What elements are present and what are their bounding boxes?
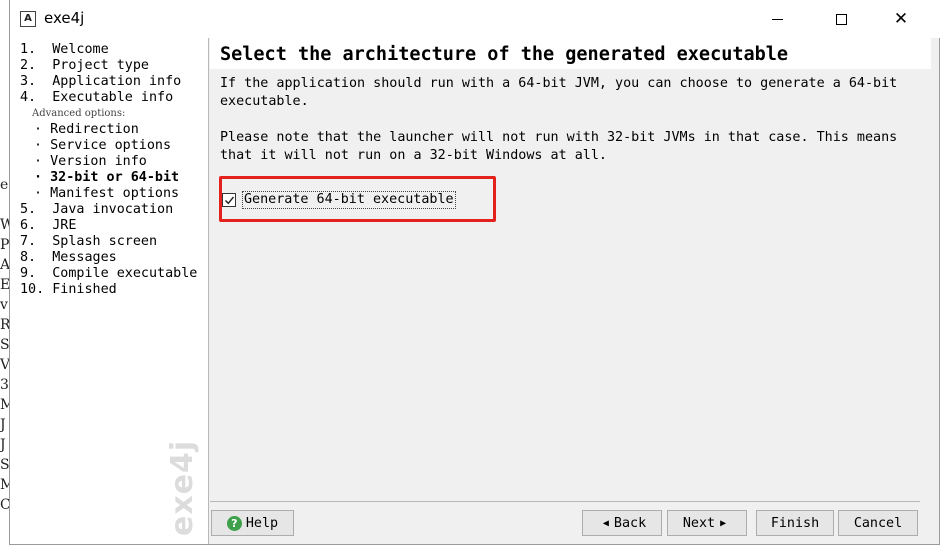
maximize-icon [835,13,847,25]
wizard-step-item[interactable]: 6. JRE [20,218,197,234]
button-bar-separator [210,501,920,502]
generate-64bit-label[interactable]: Generate 64-bit executable [242,191,456,209]
back-button-label: Back [613,515,647,531]
next-button[interactable]: Next ▶ [667,510,747,536]
wizard-step-item[interactable]: 4. Executable info [20,90,197,106]
generate-64bit-option[interactable]: Generate 64-bit executable [222,191,456,209]
window-title: exe4j [44,9,85,27]
title-bar[interactable]: A exe4j ✕ [10,0,940,38]
advanced-options-label: Advanced options: [32,108,126,119]
wizard-step-item[interactable]: 1. Welcome [20,42,197,58]
help-button-label: Help [245,515,279,531]
close-button[interactable]: ✕ [878,0,924,38]
content-header: Select the architecture of the generated… [210,38,931,69]
wizard-content: Select the architecture of the generated… [210,38,931,498]
cancel-button[interactable]: Cancel [838,510,918,536]
description-paragraph-2: Please note that the launcher will not r… [220,130,898,163]
wizard-step-item[interactable]: · 32-bit or 64-bit [20,170,197,186]
generate-64bit-checkbox[interactable] [222,193,236,207]
minimize-button[interactable] [754,0,800,38]
wizard-step-item[interactable]: 7. Splash screen [20,234,197,250]
description-paragraph-1: If the application should run with a 64-… [220,76,898,109]
wizard-step-item[interactable]: 9. Compile executable [20,266,197,282]
wizard-step-item[interactable]: · Version info [20,154,197,170]
help-button[interactable]: ? Help [211,510,294,536]
next-button-label: Next [682,515,716,531]
app-icon: A [20,11,36,27]
exe4j-logo: exe4j [160,439,204,536]
maximize-button[interactable] [818,0,864,38]
close-icon: ✕ [893,9,909,29]
wizard-step-item[interactable]: 2. Project type [20,58,197,74]
wizard-step-item[interactable]: · Service options [20,138,197,154]
wizard-step-item[interactable]: 3. Application info [20,74,197,90]
wizard-step-item[interactable]: 10. Finished [20,282,197,298]
logo-text: exe4j [165,439,200,536]
wizard-step-item[interactable]: 5. Java invocation [20,202,197,218]
wizard-step-list: 1. Welcome 2. Project type 3. Application … [20,42,197,298]
checkmark-icon [225,196,235,205]
left-arrow-icon: ◀ [602,517,609,529]
right-arrow-icon: ▶ [720,517,727,529]
back-button[interactable]: ◀ Back [582,510,662,536]
wizard-step-item[interactable]: · Manifest options [20,186,197,202]
cancel-button-label: Cancel [853,515,903,531]
help-icon: ? [226,515,242,531]
exe4j-wizard-window: A exe4j ✕ 1. Welcome 2. Project type 3. Ap… [9,0,940,545]
minimize-icon [771,18,783,20]
page-title: Select the architecture of the generated… [220,44,789,65]
wizard-step-item[interactable]: · Redirection [20,122,197,138]
finish-button[interactable]: Finish [756,510,834,536]
wizard-step-item[interactable]: 8. Messages [20,250,197,266]
finish-button-label: Finish [770,515,820,531]
wizard-step-sidebar: 1. Welcome 2. Project type 3. Application … [10,38,209,544]
